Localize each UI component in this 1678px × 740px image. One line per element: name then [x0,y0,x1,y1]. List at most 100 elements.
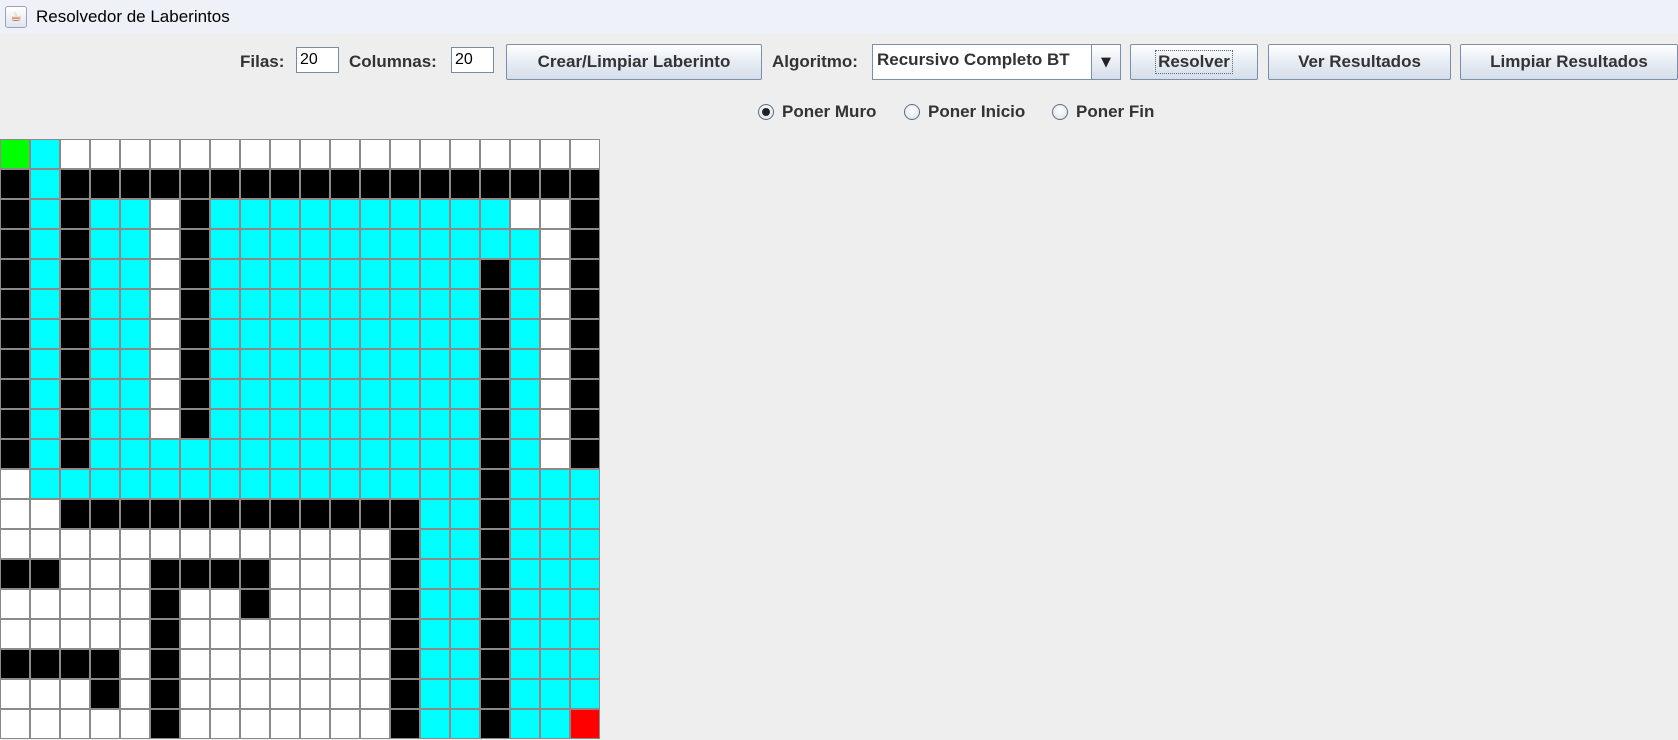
maze-cell-empty[interactable] [180,679,210,709]
maze-cell-path[interactable] [540,529,570,559]
maze-cell-wall[interactable] [120,169,150,199]
maze-cell-path[interactable] [240,439,270,469]
maze-cell-wall[interactable] [570,199,600,229]
maze-cell-wall[interactable] [570,289,600,319]
maze-cell-path[interactable] [300,289,330,319]
maze-cell-wall[interactable] [0,649,30,679]
maze-cell-empty[interactable] [270,709,300,739]
maze-cell-empty[interactable] [270,529,300,559]
maze-cell-path[interactable] [390,349,420,379]
maze-cell-path[interactable] [210,319,240,349]
maze-cell-empty[interactable] [570,139,600,169]
maze-cell-path[interactable] [420,439,450,469]
maze-cell-path[interactable] [450,559,480,589]
maze-cell-empty[interactable] [180,589,210,619]
maze-cell-path[interactable] [510,499,540,529]
maze-cell-wall[interactable] [330,499,360,529]
maze-cell-path[interactable] [360,379,390,409]
maze-cell-empty[interactable] [240,709,270,739]
maze-cell-wall[interactable] [480,469,510,499]
maze-cell-path[interactable] [540,499,570,529]
maze-cell-path[interactable] [540,589,570,619]
maze-cell-empty[interactable] [90,139,120,169]
maze-cell-wall[interactable] [390,529,420,559]
maze-cell-wall[interactable] [0,199,30,229]
maze-cell-empty[interactable] [60,679,90,709]
maze-cell-path[interactable] [510,289,540,319]
maze-cell-wall[interactable] [180,259,210,289]
maze-cell-path[interactable] [450,409,480,439]
maze-cell-wall[interactable] [480,289,510,319]
maze-cell-path[interactable] [390,379,420,409]
maze-cell-empty[interactable] [300,139,330,169]
maze-cell-path[interactable] [120,409,150,439]
maze-cell-empty[interactable] [150,229,180,259]
maze-cell-path[interactable] [330,409,360,439]
maze-cell-wall[interactable] [60,229,90,259]
maze-cell-empty[interactable] [120,619,150,649]
maze-cell-wall[interactable] [570,229,600,259]
maze-cell-path[interactable] [360,319,390,349]
maze-cell-path[interactable] [90,319,120,349]
maze-cell-empty[interactable] [60,709,90,739]
maze-cell-wall[interactable] [60,379,90,409]
maze-cell-wall[interactable] [0,259,30,289]
maze-cell-path[interactable] [330,319,360,349]
maze-cell-path[interactable] [420,529,450,559]
maze-cell-empty[interactable] [360,709,390,739]
maze-cell-path[interactable] [360,409,390,439]
maze-cell-empty[interactable] [360,559,390,589]
maze-cell-path[interactable] [270,439,300,469]
maze-cell-path[interactable] [270,319,300,349]
maze-cell-empty[interactable] [540,319,570,349]
maze-cell-empty[interactable] [510,139,540,169]
maze-cell-empty[interactable] [90,709,120,739]
maze-cell-path[interactable] [300,469,330,499]
maze-cell-path[interactable] [420,319,450,349]
maze-cell-wall[interactable] [0,319,30,349]
maze-cell-empty[interactable] [0,709,30,739]
maze-cell-wall[interactable] [330,169,360,199]
maze-cell-wall[interactable] [0,439,30,469]
maze-cell-wall[interactable] [150,619,180,649]
maze-cell-path[interactable] [390,199,420,229]
maze-cell-path[interactable] [270,259,300,289]
maze-cell-empty[interactable] [330,619,360,649]
maze-cell-path[interactable] [300,229,330,259]
maze-cell-path[interactable] [30,349,60,379]
maze-cell-empty[interactable] [150,529,180,559]
maze-cell-path[interactable] [30,319,60,349]
maze-cell-empty[interactable] [120,589,150,619]
maze-cell-empty[interactable] [330,589,360,619]
maze-cell-empty[interactable] [540,139,570,169]
maze-cell-path[interactable] [300,439,330,469]
maze-cell-path[interactable] [30,259,60,289]
maze-cell-path[interactable] [510,619,540,649]
maze-cell-path[interactable] [240,379,270,409]
maze-cell-wall[interactable] [30,649,60,679]
maze-cell-empty[interactable] [330,649,360,679]
maze-cell-path[interactable] [270,469,300,499]
maze-cell-empty[interactable] [300,559,330,589]
maze-cell-empty[interactable] [0,589,30,619]
maze-cell-empty[interactable] [360,529,390,559]
maze-cell-empty[interactable] [180,139,210,169]
maze-cell-path[interactable] [570,679,600,709]
maze-cell-empty[interactable] [330,559,360,589]
maze-cell-wall[interactable] [390,649,420,679]
java-cup-icon[interactable]: ☕ [5,6,27,28]
maze-cell-empty[interactable] [30,529,60,559]
maze-cell-path[interactable] [360,349,390,379]
maze-cell-path[interactable] [30,289,60,319]
maze-cell-path[interactable] [540,559,570,589]
view-results-button[interactable]: Ver Resultados [1268,44,1451,80]
maze-cell-path[interactable] [510,589,540,619]
maze-cell-path[interactable] [510,649,540,679]
maze-cell-path[interactable] [420,349,450,379]
maze-cell-wall[interactable] [60,409,90,439]
maze-cell-empty[interactable] [90,589,120,619]
maze-cell-path[interactable] [510,379,540,409]
maze-cell-path[interactable] [420,199,450,229]
maze-cell-empty[interactable] [270,559,300,589]
maze-cell-path[interactable] [240,229,270,259]
